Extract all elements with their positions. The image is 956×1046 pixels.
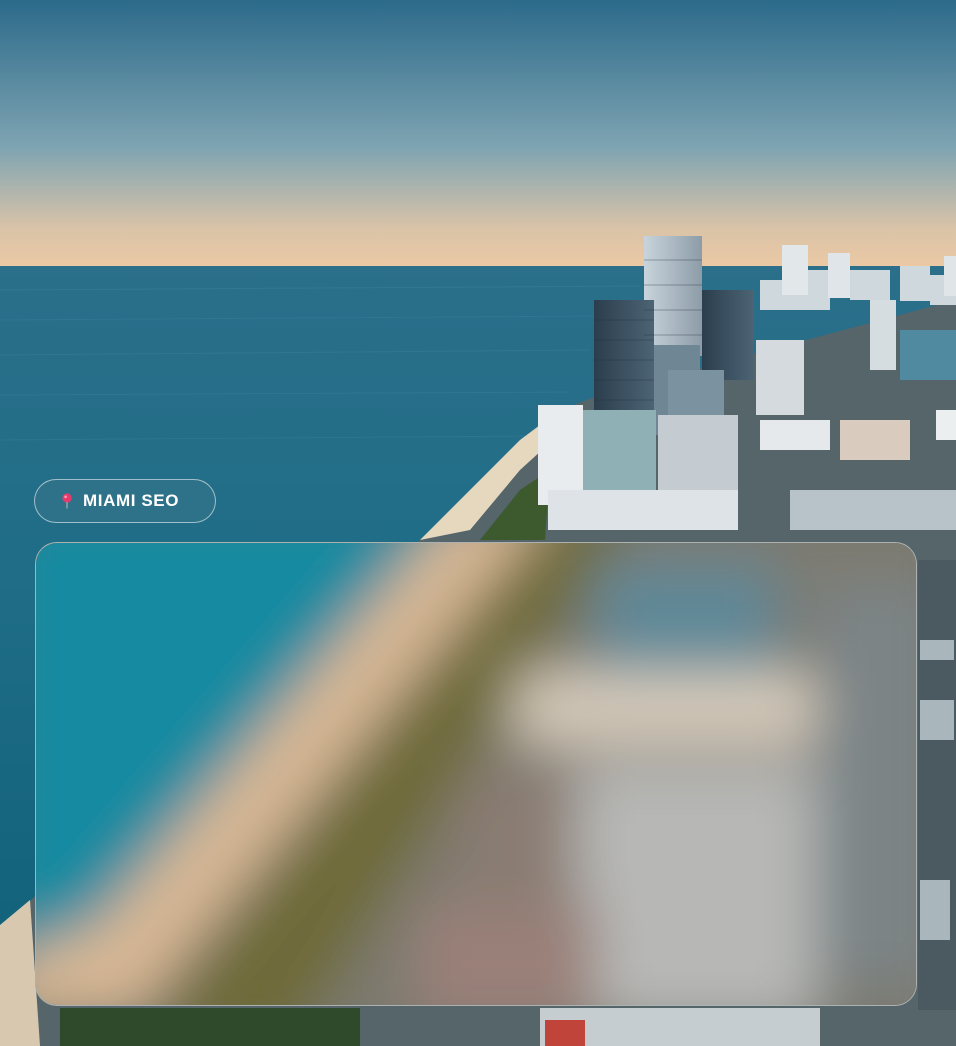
hero-section: MIAMI SEO bbox=[0, 0, 956, 1046]
location-badge-label: MIAMI SEO bbox=[83, 491, 180, 510]
location-badge[interactable]: MIAMI SEO bbox=[34, 479, 216, 523]
map-pin-icon bbox=[61, 493, 73, 509]
blurred-preview-image bbox=[35, 542, 917, 1006]
